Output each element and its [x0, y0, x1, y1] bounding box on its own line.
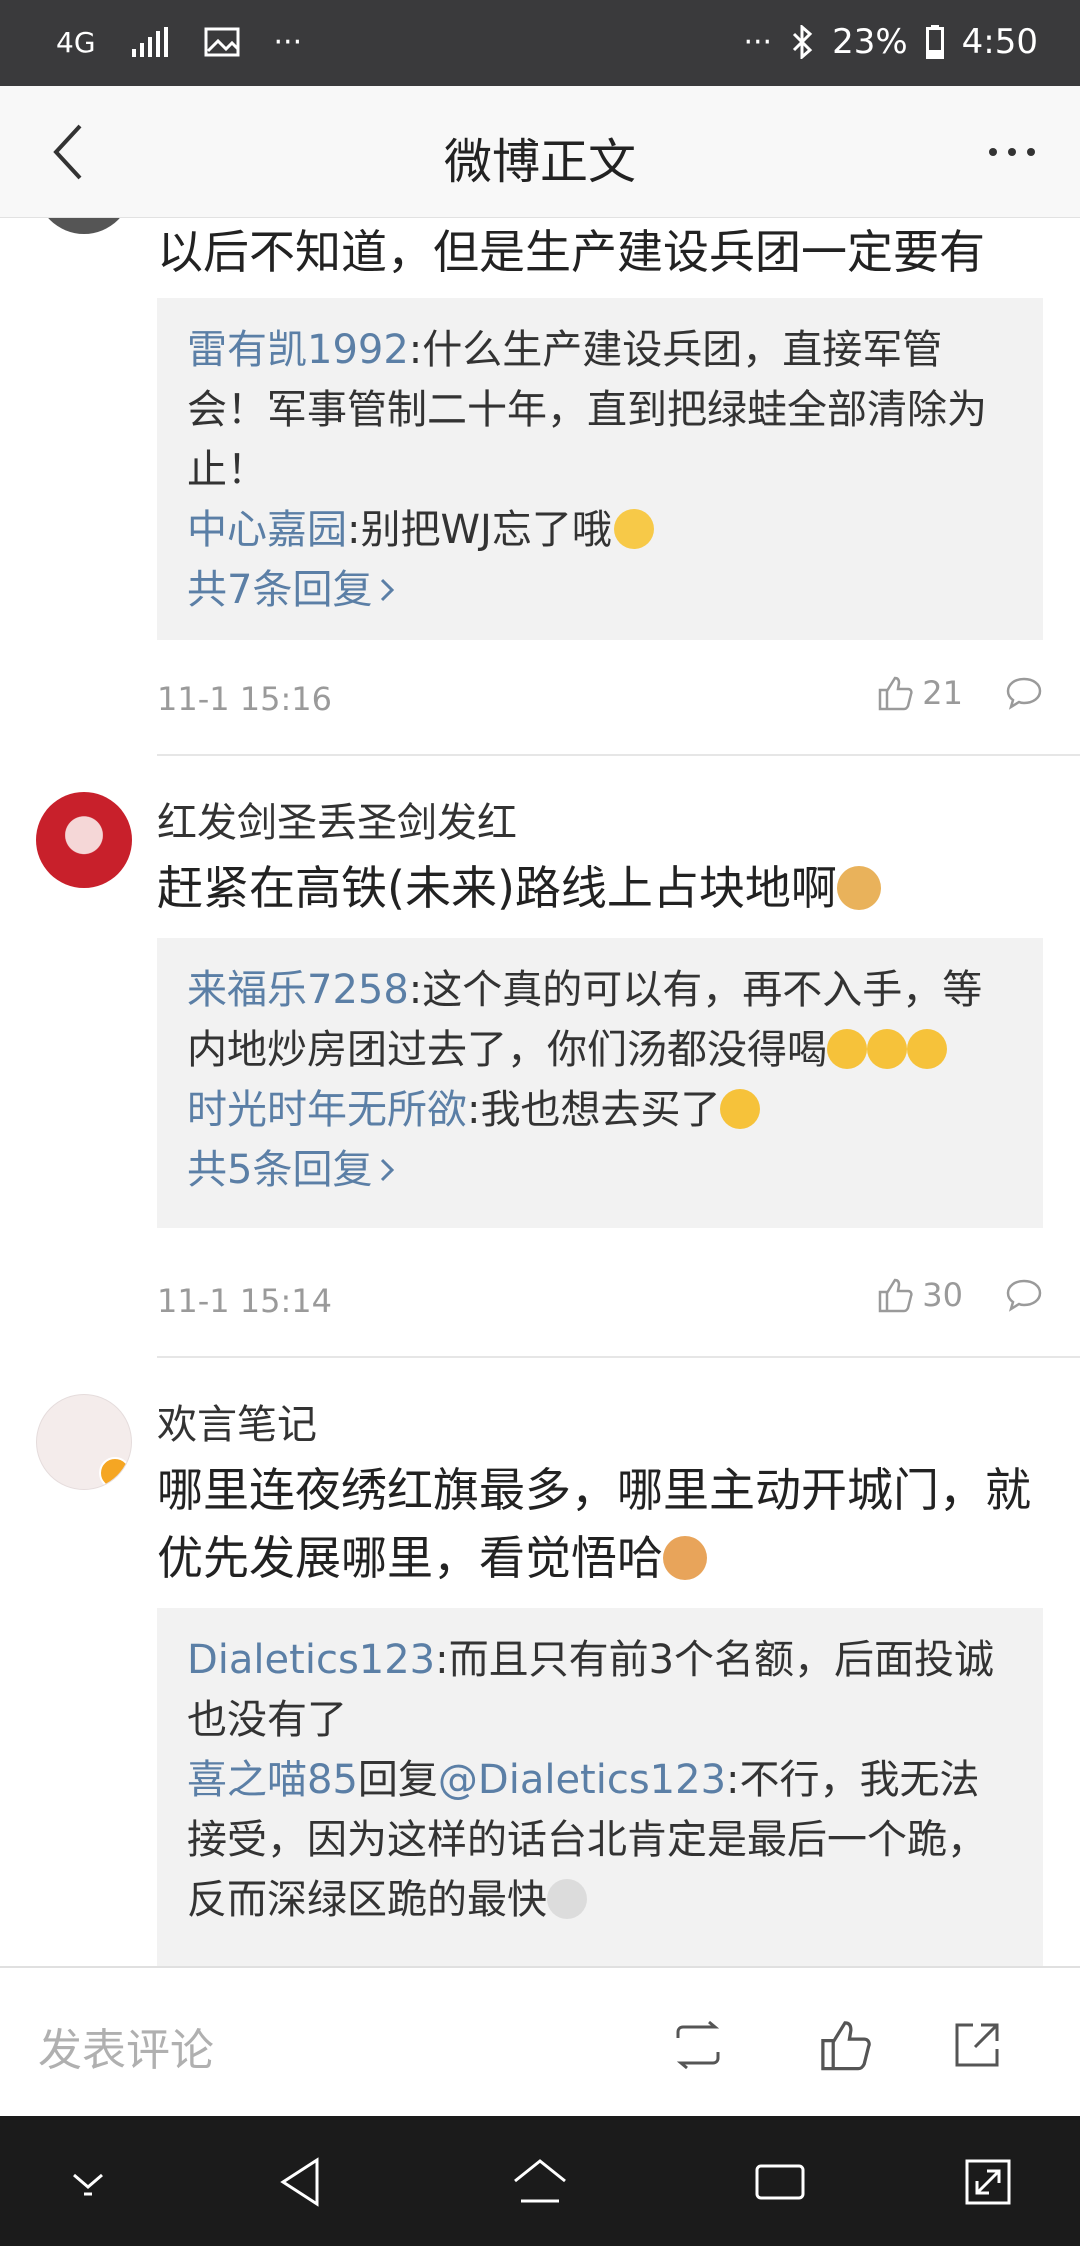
comment-time: 11-1 15:14 — [157, 1282, 333, 1320]
reply-item: Dialetics123:而且只有前3个名额，后面投诚也没有了 — [187, 1637, 995, 1743]
thumbs-up-icon — [879, 676, 913, 711]
status-bar: 4G ··· ··· 23% 4:50 — [0, 0, 1080, 86]
laughing-emoji-icon — [827, 1029, 867, 1069]
recents-icon — [755, 2164, 805, 2200]
comment-list: 以后不知道，但是生产建设兵团一定要有 雷有凯1992:什么生产建设兵团，直接军管… — [0, 218, 1080, 1966]
panda-emoji-icon — [547, 1879, 587, 1919]
avatar[interactable] — [36, 792, 132, 888]
home-icon — [514, 2159, 566, 2203]
reply-item: 喜之喵85回复@Dialetics123:不行，我无法接受，因为这样的话台北肯定… — [187, 1757, 987, 1923]
comment-time: 11-1 15:16 — [157, 680, 333, 718]
comment-meta: 11-1 15:16 21 — [157, 670, 1043, 730]
bluetooth-icon — [790, 22, 814, 62]
more-replies-link[interactable]: 共7条回复 — [187, 560, 396, 620]
laughing-emoji-icon — [907, 1029, 947, 1069]
avatar[interactable] — [36, 1394, 132, 1490]
bottom-comment-bar: 发表评论 — [0, 1966, 1080, 2116]
like-count: 21 — [922, 674, 963, 712]
overflow-dots: ··· — [273, 24, 303, 60]
share-icon — [955, 2023, 999, 2067]
reply-user[interactable]: 时光时年无所欲 — [187, 1087, 467, 1133]
crying-laughing-emoji-icon — [720, 1089, 761, 1129]
doge-emoji-icon — [836, 866, 881, 910]
thumbs-up-icon — [879, 1278, 913, 1313]
like-post-button[interactable] — [810, 2010, 880, 2080]
mention-link[interactable]: @Dialetics123 — [438, 1757, 726, 1803]
thumbs-up-icon — [821, 2021, 871, 2071]
reply-user[interactable]: 喜之喵85 — [187, 1757, 358, 1803]
share-button[interactable] — [942, 2010, 1012, 2080]
home-nav-button[interactable] — [508, 2150, 572, 2214]
repost-icon — [676, 2020, 720, 2070]
reply-user[interactable]: 雷有凯1992 — [187, 327, 409, 373]
network-4g-icon: 4G — [56, 25, 96, 59]
system-nav-bar — [0, 2116, 1080, 2246]
overflow-dots-right: ··· — [743, 24, 773, 60]
expand-button[interactable] — [956, 2150, 1020, 2214]
page-title: 微博正文 — [443, 134, 636, 190]
signal-icon — [130, 22, 170, 62]
divider — [157, 1356, 1080, 1358]
comment-meta: 11-1 15:14 30 — [157, 1272, 1043, 1332]
reply-user[interactable]: 来福乐7258 — [187, 967, 409, 1013]
reply-item: 来福乐7258:这个真的可以有，再不入手，等内地炒房团过去了，你们汤都没得喝 — [187, 967, 983, 1073]
comment-text: 哪里连夜绣红旗最多，哪里主动开城门，就优先发展哪里，看觉悟哈 — [157, 1463, 1031, 1585]
cat-emoji-icon — [663, 1536, 707, 1580]
avatar[interactable] — [36, 218, 132, 234]
back-triangle-icon — [280, 2157, 319, 2207]
reply-item: 中心嘉园:别把WJ忘了哦 — [187, 500, 1013, 560]
reply-box[interactable]: 来福乐7258:这个真的可以有，再不入手，等内地炒房团过去了，你们汤都没得喝 时… — [157, 938, 1043, 1228]
chat-bubble-icon — [1006, 1279, 1042, 1312]
chevron-right-icon — [381, 1158, 395, 1182]
battery-percent: 23% — [832, 22, 908, 62]
verified-badge-icon — [99, 1457, 131, 1489]
battery-icon — [925, 22, 944, 62]
image-icon — [204, 22, 240, 62]
chevron-right-icon — [381, 578, 395, 602]
laughing-emoji-icon — [867, 1029, 907, 1069]
more-replies-link[interactable]: 共5条回复 — [187, 1140, 396, 1200]
divider — [157, 754, 1080, 756]
reply-item: 时光时年无所欲:我也想去买了 — [187, 1080, 1013, 1140]
chevron-down-icon — [73, 2173, 103, 2196]
thinking-emoji-icon — [613, 509, 654, 549]
reply-button[interactable] — [1005, 1278, 1043, 1322]
recent-apps-button[interactable] — [748, 2150, 812, 2214]
more-options-button[interactable] — [980, 120, 1044, 184]
reply-box[interactable]: 雷有凯1992:什么生产建设兵团，直接军管会！军事管制二十年，直到把绿蛙全部清除… — [157, 298, 1043, 640]
like-count: 30 — [922, 1276, 963, 1314]
comment-username[interactable]: 欢言笔记 — [157, 1392, 317, 1450]
reply-item: 雷有凯1992:什么生产建设兵团，直接军管会！军事管制二十年，直到把绿蛙全部清除… — [187, 327, 987, 493]
more-dots-icon — [989, 148, 1035, 156]
comment-text: 赶紧在高铁(未来)路线上占块地啊 — [157, 854, 1037, 922]
reply-button[interactable] — [1005, 676, 1043, 720]
comment-text: 以后不知道，但是生产建设兵团一定要有 — [157, 225, 985, 279]
hide-keyboard-button[interactable] — [56, 2150, 120, 2214]
comment-input[interactable]: 发表评论 — [38, 2014, 214, 2078]
clock: 4:50 — [961, 22, 1038, 62]
top-nav-bar: 微博正文 — [0, 86, 1080, 218]
comment-username[interactable]: 红发剑圣丢圣剑发红 — [157, 790, 517, 848]
reply-user[interactable]: Dialetics123 — [187, 1637, 435, 1683]
reply-box[interactable]: Dialetics123:而且只有前3个名额，后面投诚也没有了 喜之喵85回复@… — [157, 1608, 1043, 1966]
like-button[interactable]: 30 — [876, 1276, 963, 1314]
expand-arrows-icon — [965, 2159, 1011, 2205]
like-button[interactable]: 21 — [876, 674, 963, 712]
chat-bubble-icon — [1006, 677, 1042, 710]
reply-user[interactable]: 中心嘉园 — [187, 507, 347, 553]
back-nav-button[interactable] — [268, 2150, 332, 2214]
repost-button[interactable] — [663, 2010, 733, 2080]
